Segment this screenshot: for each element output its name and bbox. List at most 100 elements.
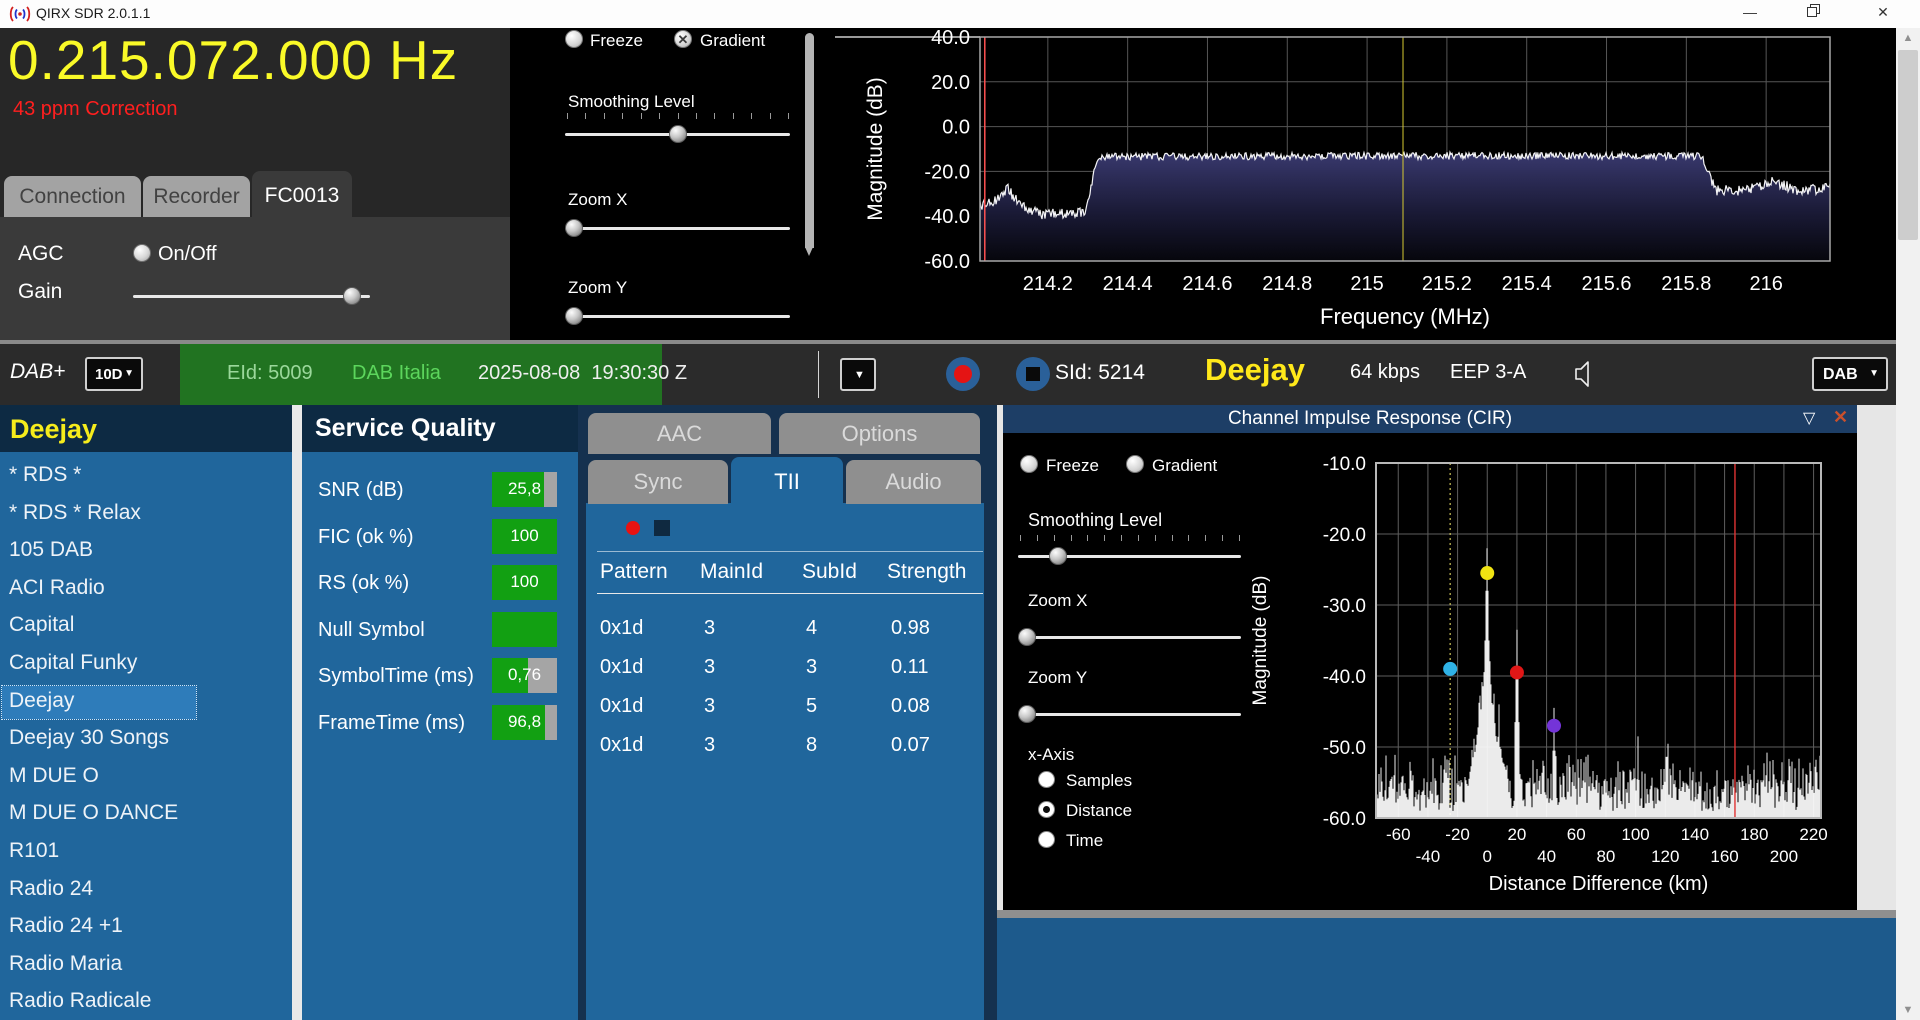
slider-thumb[interactable] xyxy=(1049,547,1067,565)
restore-button[interactable] xyxy=(1798,4,1828,24)
slider-tick xyxy=(1071,535,1072,541)
slider-thumb[interactable] xyxy=(1018,628,1036,646)
tii-stop-indicator[interactable] xyxy=(654,520,670,536)
quality-bar-value: 25,8 xyxy=(492,479,557,499)
cir-window-header[interactable]: Channel Impulse Response (CIR) ▽ ✕ xyxy=(1003,405,1857,433)
stop-button[interactable] xyxy=(1016,357,1050,391)
current-station-label: Deejay xyxy=(10,414,97,445)
x-axis-label: Frequency (MHz) xyxy=(1320,304,1490,329)
slider-tick xyxy=(678,113,679,119)
table-cell: 4 xyxy=(806,617,817,640)
slider-track[interactable] xyxy=(1018,713,1241,716)
radio-samples[interactable] xyxy=(1038,771,1055,788)
station-list-panel: Deejay * RDS * * RDS * Relax 105 DAB ACI Ra… xyxy=(0,405,292,1020)
slider-thumb[interactable] xyxy=(565,219,583,237)
service-name: Deejay xyxy=(1205,352,1305,388)
station-list-item[interactable]: Capital xyxy=(2,610,196,643)
gain-slider[interactable] xyxy=(133,286,370,306)
y-tick-label: 20.0 xyxy=(931,72,970,94)
cir-zoom-y-slider[interactable] xyxy=(1018,704,1241,724)
frequency-display: 0.215.072.000 Hz xyxy=(8,28,458,92)
cir-smoothing-slider[interactable] xyxy=(1018,546,1241,566)
spectrum-zoom-y-slider[interactable] xyxy=(565,306,790,326)
tab-options[interactable]: Options xyxy=(779,413,980,454)
station-list-item[interactable]: ACI Radio xyxy=(2,573,196,606)
slider-thumb[interactable] xyxy=(565,307,583,325)
station-list-item[interactable]: Deejay 30 Songs xyxy=(2,723,196,756)
tab-sync[interactable]: Sync xyxy=(588,460,728,504)
station-list-item[interactable]: Radio Radicale xyxy=(2,986,196,1019)
slider-track[interactable] xyxy=(565,227,790,230)
station-list-item[interactable]: 105 DAB xyxy=(2,535,196,568)
spectrum-plot[interactable]: 40.020.00.0-20.0-40.0-60.0214.2214.4214.… xyxy=(820,28,1896,340)
tab-recorder[interactable]: Recorder xyxy=(143,176,250,217)
spectrum-zoom-x-slider[interactable] xyxy=(565,218,790,238)
station-list-item[interactable]: R101 xyxy=(2,836,196,869)
output-dropdown[interactable]: DAB ▼ xyxy=(1812,357,1888,391)
spectrum-zoom-y-label: Zoom Y xyxy=(568,278,627,298)
y-axis-label: Magnitude (dB) xyxy=(864,77,887,221)
record-icon xyxy=(954,365,972,383)
tuner-tab-content: AGC On/Off Gain xyxy=(0,217,510,340)
cir-freeze-toggle[interactable] xyxy=(1020,455,1038,473)
window-scrollbar[interactable]: ▲ ▼ xyxy=(1896,28,1920,1020)
cir-close-icon[interactable]: ✕ xyxy=(1833,407,1848,428)
slider-thumb[interactable] xyxy=(343,287,361,305)
slider-thumb[interactable] xyxy=(1018,705,1036,723)
table-cell: 3 xyxy=(704,656,715,679)
y-tick-label: -20.0 xyxy=(1323,525,1366,546)
station-list-item[interactable]: * RDS * xyxy=(2,460,196,493)
x-tick-label: 120 xyxy=(1651,847,1679,866)
cir-window-resize-edge[interactable] xyxy=(997,910,1896,918)
spectrum-chart: 40.020.00.0-20.0-40.0-60.0214.2214.4214.… xyxy=(820,28,1896,340)
vertical-divider xyxy=(818,351,819,398)
table-header-underline xyxy=(597,593,983,594)
close-button[interactable]: ✕ xyxy=(1868,4,1898,24)
echo-dot xyxy=(1443,662,1457,676)
table-cell: 0x1d xyxy=(600,734,643,757)
slider-track[interactable] xyxy=(133,295,370,298)
panel-splitter[interactable] xyxy=(292,405,302,1020)
tii-record-indicator[interactable] xyxy=(626,521,640,535)
table-cell: 3 xyxy=(704,734,715,757)
station-list-item[interactable]: Radio Maria xyxy=(2,949,196,982)
radio-time[interactable] xyxy=(1038,831,1055,848)
station-list-item[interactable]: Deejay xyxy=(2,686,196,719)
scroll-down-icon[interactable]: ▼ xyxy=(1896,1004,1920,1016)
spectrum-freeze-toggle[interactable] xyxy=(565,30,583,48)
slider-track[interactable] xyxy=(1018,636,1241,639)
radio-distance[interactable] xyxy=(1038,801,1055,818)
scroll-up-icon[interactable]: ▲ xyxy=(1896,32,1920,44)
quality-bar-value: 0,76 xyxy=(492,665,557,685)
agc-toggle[interactable] xyxy=(133,244,151,262)
cir-zoom-x-slider[interactable] xyxy=(1018,627,1241,647)
spectrum-gradient-toggle[interactable]: ✕ xyxy=(674,30,692,48)
station-list-item[interactable]: * RDS * Relax xyxy=(2,498,196,531)
record-button[interactable] xyxy=(946,357,980,391)
speaker-icon[interactable] xyxy=(1572,357,1606,391)
quality-row-label: FIC (ok %) xyxy=(318,526,414,549)
tab-tii[interactable]: TII xyxy=(731,457,843,505)
collapse-triangle-icon[interactable]: ▽ xyxy=(1803,408,1815,428)
station-list-item[interactable]: Capital Funky xyxy=(2,648,196,681)
slider-track[interactable] xyxy=(565,315,790,318)
tab-audio[interactable]: Audio xyxy=(846,460,981,504)
tab-aac[interactable]: AAC xyxy=(588,413,771,454)
spectrum-panel-scrollbar[interactable] xyxy=(805,33,814,248)
cir-window: Channel Impulse Response (CIR) ▽ ✕ Freez… xyxy=(997,405,1896,918)
minimize-button[interactable]: — xyxy=(1735,4,1765,24)
eid-label: EId: 5009 xyxy=(227,362,313,385)
station-list-item[interactable]: M DUE O xyxy=(2,761,196,794)
tab-connection[interactable]: Connection xyxy=(4,176,141,217)
station-list-item[interactable]: Radio 24 +1 xyxy=(2,911,196,944)
spectrum-smoothing-slider[interactable] xyxy=(565,124,790,144)
channel-dropdown[interactable]: 10D ▼ xyxy=(85,357,143,391)
expand-button[interactable]: ▼ xyxy=(840,358,876,391)
slider-thumb[interactable] xyxy=(669,125,687,143)
cir-gradient-toggle[interactable] xyxy=(1126,455,1144,473)
station-list-item[interactable]: Radio 24 xyxy=(2,874,196,907)
scrollbar-thumb[interactable] xyxy=(1898,50,1918,240)
tab-fc0013[interactable]: FC0013 xyxy=(252,171,352,217)
quality-bar: 96,8 xyxy=(492,705,557,740)
station-list-item[interactable]: M DUE O DANCE xyxy=(2,798,196,831)
